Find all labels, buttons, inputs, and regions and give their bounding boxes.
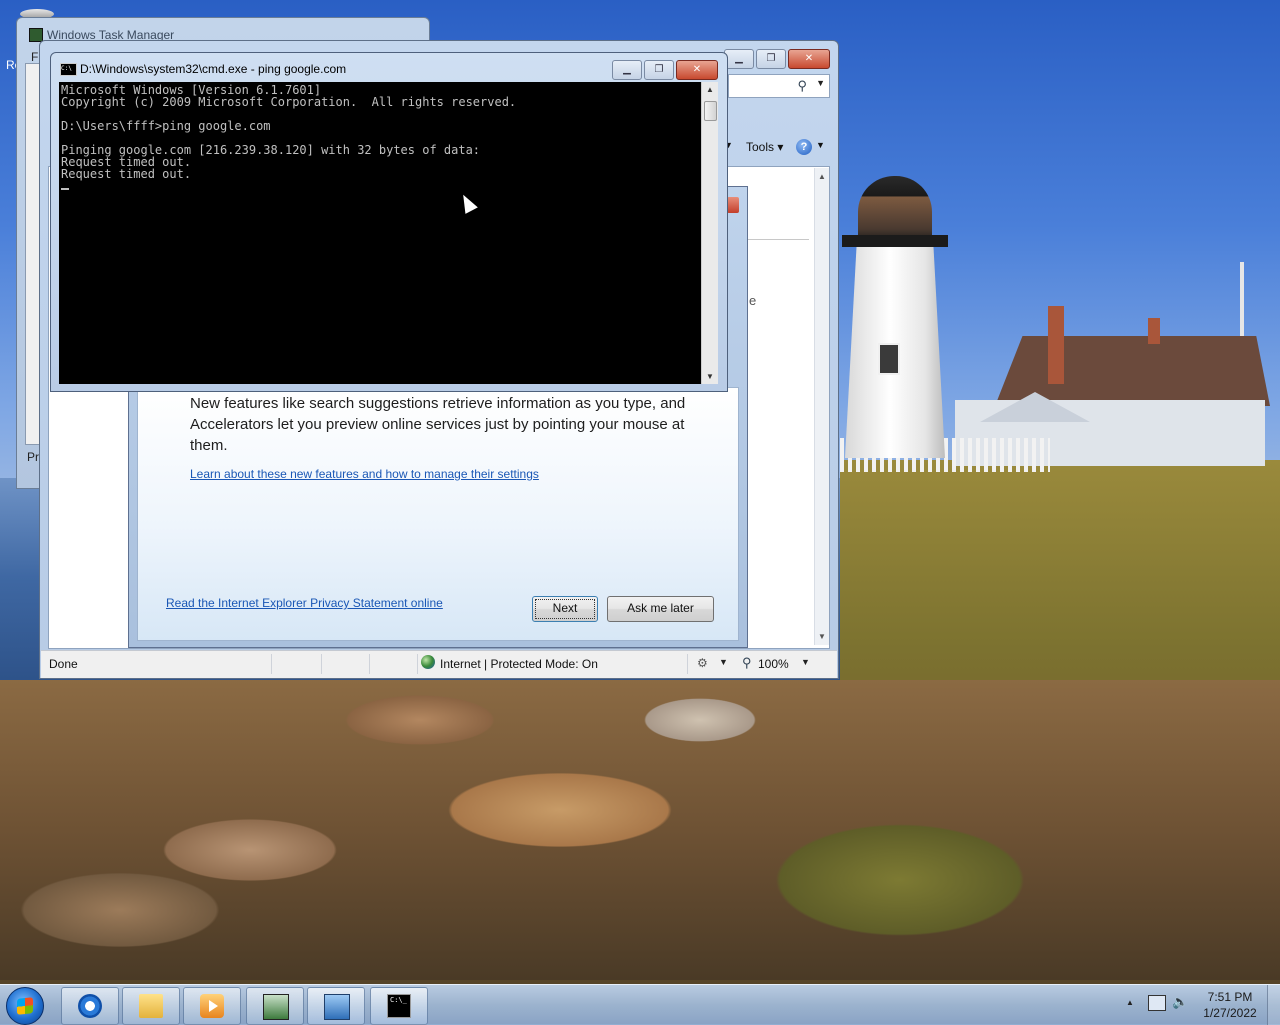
taskbar-button-remote-desktop[interactable]	[307, 987, 365, 1025]
search-box[interactable]: ⚲ ▼	[728, 74, 830, 98]
zoom-icon[interactable]: ⚲	[742, 655, 752, 671]
ie-status-bar: Done Internet | Protected Mode: On ⚙ ▼ ⚲…	[41, 650, 837, 678]
cmd-window-title: D:\Windows\system32\cmd.exe - ping googl…	[80, 62, 347, 76]
features-description: New features like search suggestions ret…	[190, 395, 686, 454]
taskbar-button-windows-explorer[interactable]	[122, 987, 180, 1025]
console-output[interactable]: Microsoft Windows [Version 6.1.7601] Cop…	[59, 82, 701, 384]
ie-icon	[78, 994, 102, 1018]
taskbar-button-task-manager[interactable]	[246, 987, 304, 1025]
scroll-up-icon[interactable]: ▲	[706, 85, 714, 94]
scroll-down-icon[interactable]: ▼	[706, 372, 714, 381]
start-button[interactable]	[6, 987, 44, 1025]
ie-vertical-scrollbar[interactable]: ▲ ▼	[814, 168, 829, 645]
windows-logo-icon	[17, 997, 33, 1015]
ask-me-later-button[interactable]: Ask me later	[607, 596, 714, 622]
status-separator	[687, 654, 688, 674]
network-icon[interactable]	[1148, 995, 1166, 1011]
content-partial-text: e	[749, 293, 757, 308]
search-icon[interactable]: ⚲	[797, 78, 807, 94]
scroll-down-icon[interactable]: ▼	[818, 632, 826, 641]
dialog-content: New features like search suggestions ret…	[137, 387, 739, 641]
status-separator	[321, 654, 322, 674]
remote-desktop-icon	[324, 994, 350, 1020]
next-button[interactable]: Next	[532, 596, 598, 622]
learn-features-link[interactable]: Learn about these new features and how t…	[190, 467, 539, 481]
folder-icon	[139, 994, 163, 1018]
taskbar-button-command-prompt[interactable]: C:\_	[370, 987, 428, 1025]
scroll-up-icon[interactable]: ▲	[818, 172, 826, 181]
task-manager-icon	[263, 994, 289, 1020]
status-separator	[271, 654, 272, 674]
taskbar-button-media-player[interactable]	[183, 987, 241, 1025]
wallpaper-rocks	[0, 680, 1280, 980]
clock-date: 1/27/2022	[1203, 1006, 1257, 1020]
command-prompt-window[interactable]: C:\ D:\Windows\system32\cmd.exe - ping g…	[50, 52, 728, 392]
wallpaper-chimney-small	[1148, 318, 1160, 344]
wallpaper-lighthouse-lantern	[858, 176, 932, 242]
protected-mode-icon[interactable]: ⚙	[697, 656, 708, 670]
cmd-icon[interactable]: C:\	[60, 63, 77, 76]
wallpaper-lighthouse-window	[878, 343, 900, 375]
scroll-thumb[interactable]	[704, 101, 717, 121]
dialog-close-button[interactable]	[727, 197, 739, 213]
console-text: Microsoft Windows [Version 6.1.7601] Cop…	[61, 83, 517, 181]
status-text: Done	[49, 657, 78, 671]
minimize-button[interactable]: ▁	[724, 49, 754, 69]
tools-menu-button[interactable]: Tools ▾	[746, 140, 783, 154]
text-cursor	[61, 188, 69, 190]
chevron-down-icon[interactable]: ▼	[719, 657, 728, 667]
clock[interactable]: 7:51 PM 1/27/2022	[1195, 989, 1265, 1021]
tools-label: Tools	[746, 140, 775, 154]
taskbar: C:\_ ▲ 🔈 7:51 PM 1/27/2022	[0, 984, 1280, 1025]
wallpaper-lighthouse-gallery	[842, 235, 948, 247]
maximize-button[interactable]: ❐	[644, 60, 674, 80]
help-dropdown-icon[interactable]: ▼	[816, 140, 825, 150]
security-zone-text[interactable]: Internet | Protected Mode: On	[440, 657, 598, 671]
show-hidden-icons-icon[interactable]: ▲	[1126, 998, 1134, 1007]
cmd-vertical-scrollbar[interactable]: ▲ ▼	[701, 82, 718, 384]
status-separator	[417, 654, 418, 674]
search-dropdown-icon[interactable]: ▼	[816, 78, 825, 88]
close-button[interactable]: ✕	[788, 49, 830, 69]
close-button[interactable]: ✕	[676, 60, 718, 80]
maximize-button[interactable]: ❐	[756, 49, 786, 69]
volume-icon[interactable]: 🔈	[1172, 994, 1188, 1010]
status-separator	[369, 654, 370, 674]
globe-icon	[421, 655, 435, 669]
show-desktop-button[interactable]	[1267, 985, 1280, 1025]
command-bar: ▼ Tools ▾ ? ▼	[724, 138, 834, 158]
task-manager-status: Pr	[27, 450, 39, 464]
zoom-level[interactable]: 100%	[758, 657, 789, 671]
wallpaper-chimney	[1048, 306, 1064, 384]
taskbar-button-internet-explorer[interactable]	[61, 987, 119, 1025]
cmd-icon: C:\_	[387, 994, 411, 1018]
media-player-icon	[200, 994, 224, 1018]
clock-time: 7:51 PM	[1207, 990, 1253, 1004]
ie-caption-buttons: ▁ ❐ ✕	[724, 49, 830, 69]
privacy-statement-link[interactable]: Read the Internet Explorer Privacy State…	[166, 596, 443, 610]
minimize-button[interactable]: ▁	[612, 60, 642, 80]
help-icon[interactable]: ?	[796, 139, 812, 155]
cmd-caption-buttons: ▁ ❐ ✕	[612, 60, 718, 80]
zoom-dropdown-icon[interactable]: ▼	[801, 657, 810, 667]
